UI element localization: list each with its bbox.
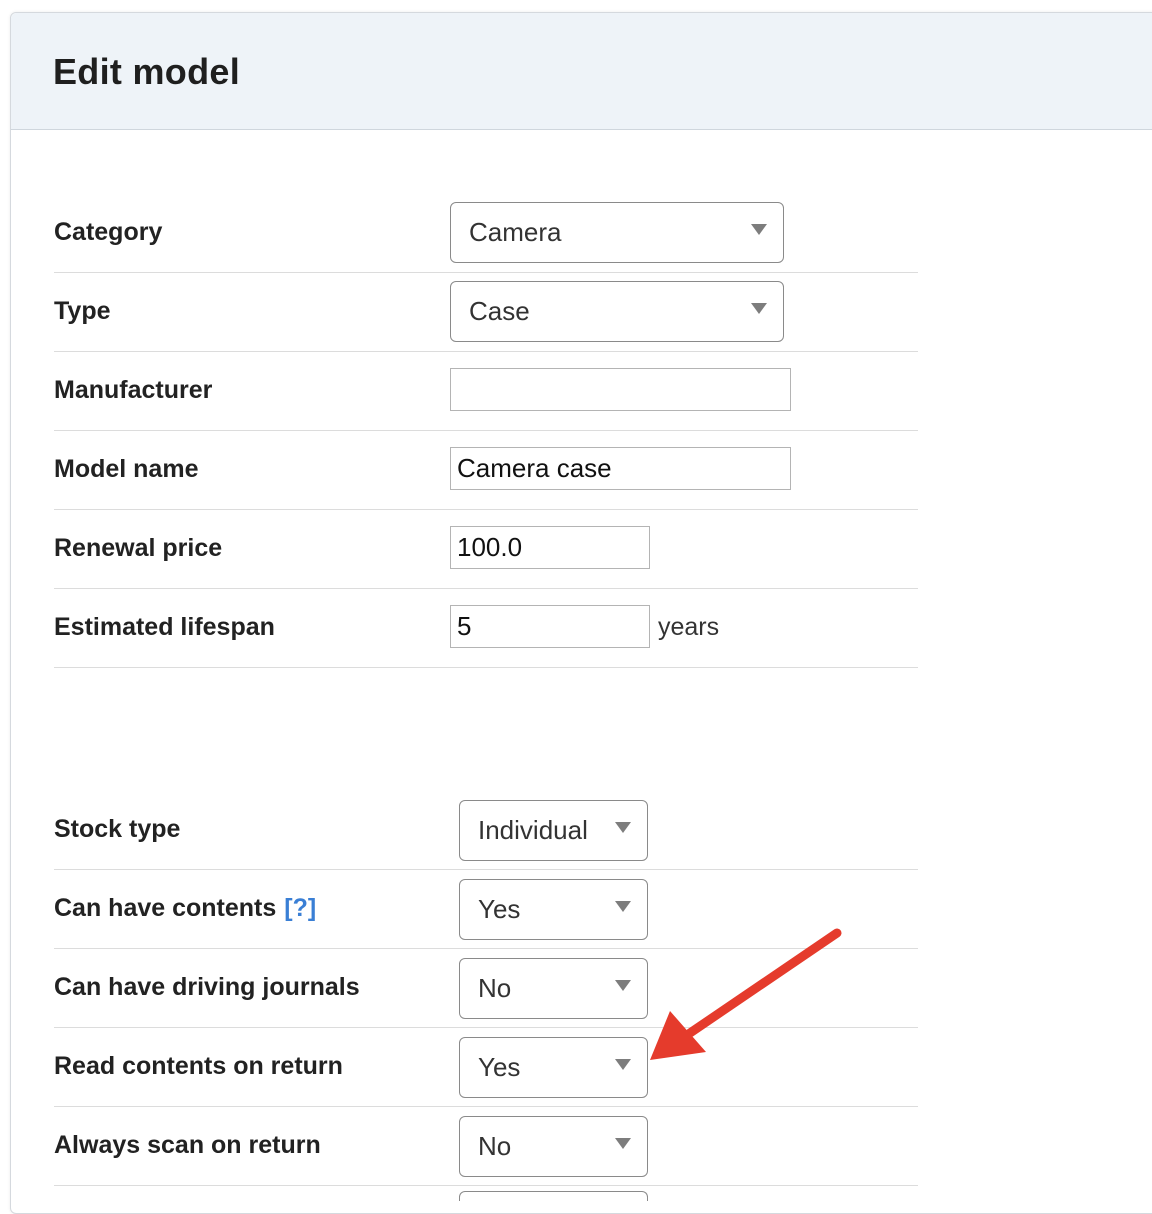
can-have-contents-select[interactable]: Yes <box>459 879 648 940</box>
stock-type-select-value: Individual <box>478 815 588 845</box>
chevron-down-icon <box>751 224 767 235</box>
type-select-value: Case <box>469 296 530 326</box>
always-scan-on-return-select[interactable]: No <box>459 1116 648 1177</box>
row-manufacturer: Manufacturer <box>54 351 918 431</box>
chevron-down-icon <box>615 1059 631 1070</box>
row-model-name: Model name Camera case <box>54 430 918 510</box>
category-label: Category <box>54 218 163 246</box>
stock-type-label: Stock type <box>54 815 181 843</box>
model-name-input[interactable]: Camera case <box>450 447 791 490</box>
row-category: Category Camera <box>54 193 918 273</box>
type-label: Type <box>54 297 111 325</box>
manufacturer-input[interactable] <box>450 368 791 411</box>
can-have-driving-journals-select-value: No <box>478 973 512 1003</box>
category-select[interactable]: Camera <box>450 202 784 263</box>
stock-type-select[interactable]: Individual <box>459 800 648 861</box>
model-name-label: Model name <box>54 455 199 483</box>
read-contents-on-return-label: Read contents on return <box>54 1052 343 1080</box>
lifespan-unit: years <box>658 613 720 641</box>
chevron-down-icon <box>615 822 631 833</box>
chevron-down-icon <box>615 1138 631 1149</box>
read-contents-on-return-select[interactable]: Yes <box>459 1037 648 1098</box>
row-type: Type Case <box>54 272 918 352</box>
renewal-price-input[interactable]: 100.0 <box>450 526 650 569</box>
can-have-contents-label-text: Can have contents <box>54 894 277 922</box>
row-estimated-lifespan: Estimated lifespan 5 years <box>54 588 918 668</box>
manufacturer-label: Manufacturer <box>54 376 213 404</box>
can-have-contents-label: Can have contents [?] <box>54 869 316 948</box>
estimated-lifespan-label: Estimated lifespan <box>54 613 275 641</box>
help-link[interactable]: [?] <box>284 894 316 923</box>
can-have-contents-select-value: Yes <box>478 894 521 924</box>
page-title: Edit model <box>53 51 241 92</box>
can-have-driving-journals-select[interactable]: No <box>459 958 648 1019</box>
row-can-have-driving-journals: Can have driving journals No <box>54 948 918 1028</box>
row-can-have-contents: Can have contents [?] Yes <box>54 869 918 949</box>
row-renewal-price: Renewal price 100.0 <box>54 509 918 589</box>
type-select[interactable]: Case <box>450 281 784 342</box>
always-scan-on-return-label: Always scan on return <box>54 1131 321 1159</box>
renewal-price-label: Renewal price <box>54 534 223 562</box>
chevron-down-icon <box>751 303 767 314</box>
row-stock-type: Stock type Individual <box>54 790 918 870</box>
read-contents-on-return-select-value: Yes <box>478 1052 521 1082</box>
next-select-partial[interactable] <box>459 1191 648 1201</box>
panel-header: Edit model <box>11 13 1152 130</box>
can-have-driving-journals-label: Can have driving journals <box>54 973 360 1001</box>
row-read-contents-on-return: Read contents on return Yes <box>54 1027 918 1107</box>
chevron-down-icon <box>615 980 631 991</box>
chevron-down-icon <box>615 901 631 912</box>
estimated-lifespan-input[interactable]: 5 <box>450 605 650 648</box>
always-scan-on-return-select-value: No <box>478 1131 512 1161</box>
row-always-scan-on-return: Always scan on return No <box>54 1106 918 1186</box>
category-select-value: Camera <box>469 217 562 247</box>
